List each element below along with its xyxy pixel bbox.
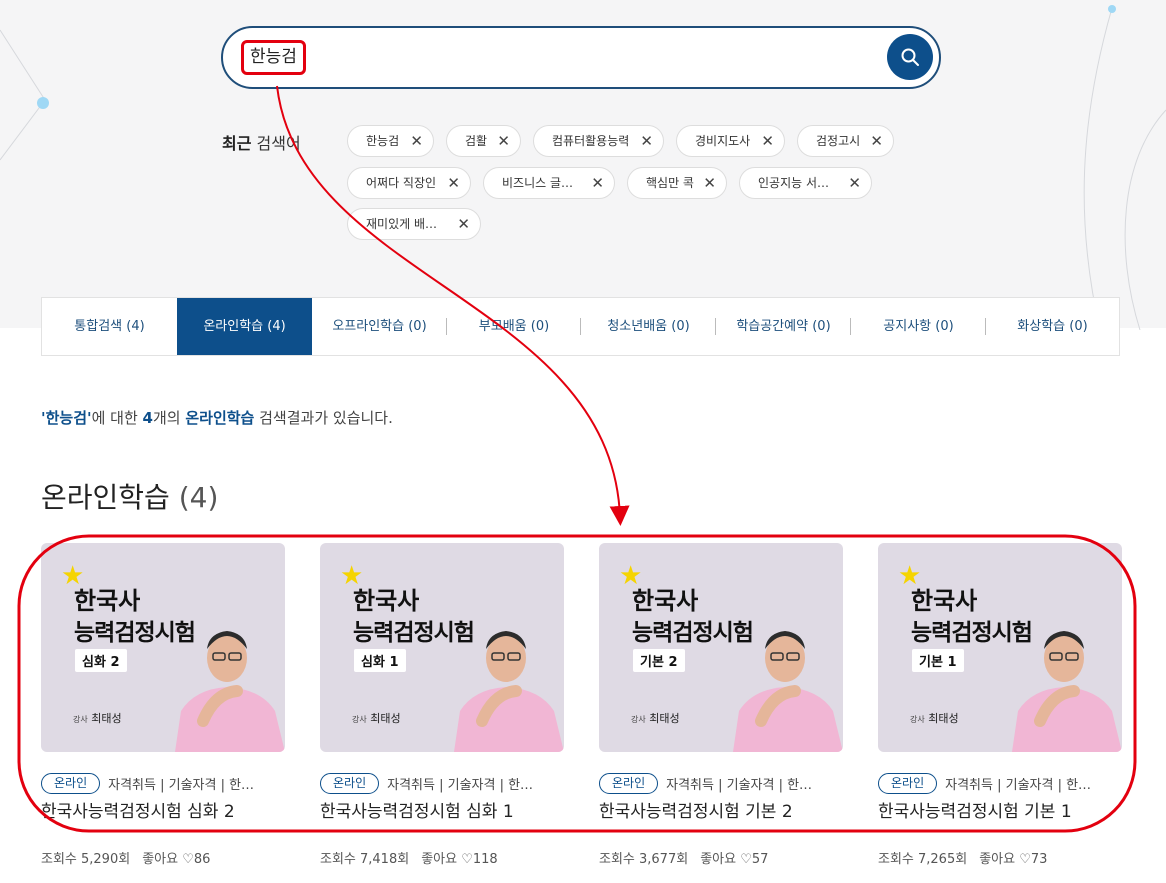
search-category-tabs: 통합검색 (4) 온라인학습 (4) 오프라인학습 (0) 부모배움 (0) 청… xyxy=(41,297,1120,356)
section-title: 온라인학습 (4) xyxy=(41,481,219,514)
tab-notices[interactable]: 공지사항 (0) xyxy=(851,298,986,355)
course-title[interactable]: 한국사능력검정시험 심화 2 xyxy=(41,797,285,822)
course-tags: 자격취득 | 기술자격 | 한… xyxy=(108,777,255,793)
course-title[interactable]: 한국사능력검정시험 심화 1 xyxy=(320,797,564,822)
close-icon[interactable]: ✕ xyxy=(410,126,423,156)
course-card[interactable]: ★ 한국사 능력검정시험 심화 1 강사 최태성 온라인 자격취득 | 기술자격 … xyxy=(320,543,564,867)
close-icon[interactable]: ✕ xyxy=(703,168,716,198)
search-button[interactable] xyxy=(887,34,933,80)
close-icon[interactable]: ✕ xyxy=(447,168,460,198)
online-badge: 온라인 xyxy=(320,772,380,794)
close-icon[interactable]: ✕ xyxy=(848,168,861,198)
course-thumbnail[interactable]: ★ 한국사 능력검정시험 심화 2 강사 최태성 xyxy=(41,543,285,752)
search-input[interactable]: 한능검 xyxy=(241,40,306,75)
like-count[interactable]: 좋아요 ♡86 xyxy=(142,852,210,867)
recent-chip[interactable]: 컴퓨터활용능력 ✕ xyxy=(533,125,664,157)
tab-space-reservation[interactable]: 학습공간예약 (0) xyxy=(716,298,851,355)
close-icon[interactable]: ✕ xyxy=(591,168,604,198)
course-stats: 조회수 5,290회 좋아요 ♡86 xyxy=(41,852,211,867)
course-thumbnail[interactable]: ★ 한국사 능력검정시험 기본 1 강사 최태성 xyxy=(878,543,1122,752)
course-card[interactable]: ★ 한국사 능력검정시험 심화 2 강사 최태성 온라인 자격취득 | 기술자격 … xyxy=(41,543,285,867)
level-label: 기본 2 xyxy=(633,649,685,672)
course-thumbnail[interactable]: ★ 한국사 능력검정시험 심화 1 강사 최태성 xyxy=(320,543,564,752)
online-badge: 온라인 xyxy=(599,772,659,794)
instructor-photo xyxy=(454,631,564,752)
recent-search-label: 최근 검색어 xyxy=(222,134,301,153)
tab-parent-learning[interactable]: 부모배움 (0) xyxy=(447,298,581,355)
course-stats: 조회수 7,265회 좋아요 ♡73 xyxy=(878,852,1048,867)
search-icon xyxy=(901,48,919,66)
tab-video-learning[interactable]: 화상학습 (0) xyxy=(986,298,1119,355)
close-icon[interactable]: ✕ xyxy=(870,126,883,156)
course-title[interactable]: 한국사능력검정시험 기본 2 xyxy=(599,797,843,822)
course-stats: 조회수 3,677회 좋아요 ♡57 xyxy=(599,852,769,867)
recent-chip[interactable]: 어쩌다 직장인 ✕ xyxy=(347,167,471,199)
online-badge: 온라인 xyxy=(41,772,101,794)
teacher-name: 강사 최태성 xyxy=(352,712,401,725)
search-box[interactable]: 한능검 xyxy=(221,26,941,89)
course-stats: 조회수 7,418회 좋아요 ♡118 xyxy=(320,852,498,867)
teacher-name: 강사 최태성 xyxy=(910,712,959,725)
recent-chip[interactable]: 검정고시 ✕ xyxy=(797,125,894,157)
like-count[interactable]: 좋아요 ♡57 xyxy=(700,852,768,867)
like-count[interactable]: 좋아요 ♡118 xyxy=(421,852,497,867)
recent-chip[interactable]: 인공지능 서… ✕ xyxy=(739,167,872,199)
instructor-photo xyxy=(175,631,285,752)
level-label: 심화 1 xyxy=(354,649,406,672)
course-tags: 자격취득 | 기술자격 | 한… xyxy=(945,777,1092,793)
tab-online-learning[interactable]: 온라인학습 (4) xyxy=(177,298,312,355)
course-card[interactable]: ★ 한국사 능력검정시험 기본 1 강사 최태성 온라인 자격취득 | 기술자격 … xyxy=(878,543,1122,867)
close-icon[interactable]: ✕ xyxy=(457,209,470,239)
recent-chip[interactable]: 경비지도사 ✕ xyxy=(676,125,785,157)
close-icon[interactable]: ✕ xyxy=(497,126,510,156)
like-count[interactable]: 좋아요 ♡73 xyxy=(979,852,1047,867)
recent-chip[interactable]: 검활 ✕ xyxy=(446,125,521,157)
instructor-photo xyxy=(733,631,843,752)
recent-chip[interactable]: 한능검 ✕ xyxy=(347,125,434,157)
course-tags: 자격취득 | 기술자격 | 한… xyxy=(666,777,813,793)
teacher-name: 강사 최태성 xyxy=(631,712,680,725)
online-badge: 온라인 xyxy=(878,772,938,794)
level-label: 심화 2 xyxy=(75,649,127,672)
instructor-photo xyxy=(1012,631,1122,752)
teacher-name: 강사 최태성 xyxy=(73,712,122,725)
recent-chip[interactable]: 비즈니스 글… ✕ xyxy=(483,167,615,199)
course-title[interactable]: 한국사능력검정시험 기본 1 xyxy=(878,797,1122,822)
tab-offline-learning[interactable]: 오프라인학습 (0) xyxy=(312,298,447,355)
close-icon[interactable]: ✕ xyxy=(761,126,774,156)
result-summary: '한능검'에 대한 4개의 온라인학습 검색결과가 있습니다. xyxy=(41,409,393,427)
recent-chip[interactable]: 재미있게 배… ✕ xyxy=(347,208,481,240)
recent-chip[interactable]: 핵심만 콕 ✕ xyxy=(627,167,727,199)
course-thumbnail[interactable]: ★ 한국사 능력검정시험 기본 2 강사 최태성 xyxy=(599,543,843,752)
tab-youth-learning[interactable]: 청소년배움 (0) xyxy=(581,298,716,355)
level-label: 기본 1 xyxy=(912,649,964,672)
tab-integrated[interactable]: 통합검색 (4) xyxy=(42,298,177,355)
close-icon[interactable]: ✕ xyxy=(640,126,653,156)
course-tags: 자격취득 | 기술자격 | 한… xyxy=(387,777,534,793)
course-card[interactable]: ★ 한국사 능력검정시험 기본 2 강사 최태성 온라인 자격취득 | 기술자격 … xyxy=(599,543,843,867)
